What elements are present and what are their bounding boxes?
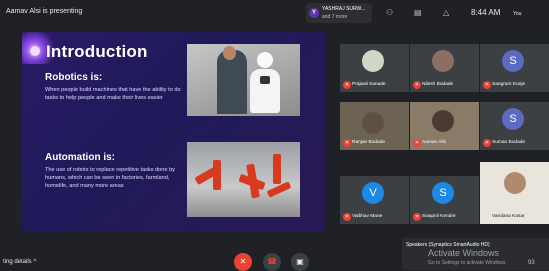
meeting-details-link[interactable]: ting details ^ — [3, 259, 36, 265]
mic-off-icon: ✕ — [343, 81, 351, 89]
automation-heading: Automation is: — [45, 152, 115, 163]
tray-number: 93 — [528, 260, 535, 266]
top-bar: Aamav Alsi is presenting Y YASHRAJ SURW.… — [0, 0, 549, 26]
phone-hangup-icon: ☎ — [267, 257, 277, 266]
participant-avatar: S — [502, 108, 524, 130]
activate-windows-title: Activate Windows — [428, 248, 500, 258]
participant-tile[interactable]: S ✕ Swapnil Kendre — [410, 176, 479, 224]
participant-avatar: S — [432, 182, 454, 204]
robotics-body: When people build machines that have the… — [45, 87, 181, 101]
meeting-details-label: ting details — [3, 259, 32, 265]
mic-off-icon: ✕ — [343, 139, 351, 147]
self-view-label: You — [513, 11, 522, 17]
mic-off-icon: ✕ — [343, 213, 351, 221]
participant-name: Ranjan Bodade — [352, 140, 386, 145]
participant-name: Swapnil Kendre — [422, 214, 456, 219]
bulb-icon — [30, 46, 40, 56]
participant-avatar — [362, 50, 384, 72]
mic-off-icon: ✕ — [413, 139, 421, 147]
participant-name: Prajwal Sanade — [352, 82, 386, 87]
participant-tile[interactable]: ✕ Ranjan Bodade — [340, 102, 409, 150]
activate-windows-subtitle: Go to Settings to activate Windows — [428, 260, 506, 266]
participant-name: Vaibhav Mane — [352, 214, 383, 219]
more-options-icon[interactable]: ⋯ — [484, 212, 490, 219]
participant-avatar — [362, 112, 384, 134]
chevron-up-icon: ^ — [33, 259, 37, 265]
participant-name: Nilesh Bodade — [422, 82, 454, 87]
participant-avatar — [432, 110, 454, 132]
raised-hands-notification[interactable]: Y YASHRAJ SURW... and 7 more — [306, 3, 372, 23]
mic-off-icon: ✕ — [413, 213, 421, 221]
notification-more: and 7 more — [322, 14, 348, 20]
factory-robots-photo — [187, 142, 300, 217]
participant-tile[interactable]: V ✕ Vaibhav Mane — [340, 176, 409, 224]
mic-off-icon: ✕ — [483, 139, 491, 147]
slide-title: Introduction — [46, 42, 148, 61]
mic-off-icon: ✕ — [483, 81, 491, 89]
mic-toggle-button[interactable]: ✕ — [234, 253, 252, 271]
participant-tile[interactable]: ⋯ Vandana Kasar — [480, 162, 549, 224]
presenting-label: Aamav Alsi is presenting — [6, 8, 83, 15]
presented-slide: Introduction Robotics is: When people bu… — [22, 32, 325, 231]
people-icon[interactable]: ⚇ — [386, 8, 393, 17]
end-call-button[interactable]: ☎ — [263, 253, 281, 271]
participant-tile[interactable]: ✕ Nilesh Bodade — [410, 44, 479, 92]
activities-icon[interactable]: △ — [443, 8, 449, 17]
robotics-heading: Robotics is: — [45, 72, 103, 83]
participant-tile[interactable]: ✕ Prajwal Sanade — [340, 44, 409, 92]
participant-tile[interactable]: S ✕ Suman Bodade — [480, 102, 549, 150]
participant-tile[interactable]: S ✕ Sangram Kunje — [480, 44, 549, 92]
participant-name: Sangram Kunje — [492, 82, 526, 87]
notification-avatar: Y — [309, 8, 319, 18]
meeting-clock: 8:44 AM — [471, 8, 501, 17]
participant-avatar — [432, 50, 454, 72]
mic-off-icon: ✕ — [239, 257, 247, 266]
notification-name: YASHRAJ SURW... — [322, 6, 366, 12]
chat-icon[interactable]: ▤ — [414, 8, 422, 17]
participant-name: Suman Bodade — [492, 140, 526, 145]
participant-tile[interactable]: ✕ Aarvan Alsi — [410, 102, 479, 150]
camera-icon: ▣ — [296, 257, 304, 266]
mic-off-icon: ✕ — [413, 81, 421, 89]
participant-grid: ✕ Prajwal Sanade ✕ Nilesh Bodade S ✕ San… — [340, 32, 549, 240]
robot-photo — [187, 44, 300, 116]
participant-avatar: V — [362, 182, 384, 204]
participant-name: Aarvan Alsi — [422, 140, 446, 145]
participant-name: Vandana Kasar — [492, 214, 525, 219]
camera-toggle-button[interactable]: ▣ — [291, 253, 309, 271]
automation-body: The use of robots to replace repetitive … — [45, 167, 175, 189]
participant-avatar — [504, 172, 526, 194]
participant-avatar: S — [502, 50, 524, 72]
